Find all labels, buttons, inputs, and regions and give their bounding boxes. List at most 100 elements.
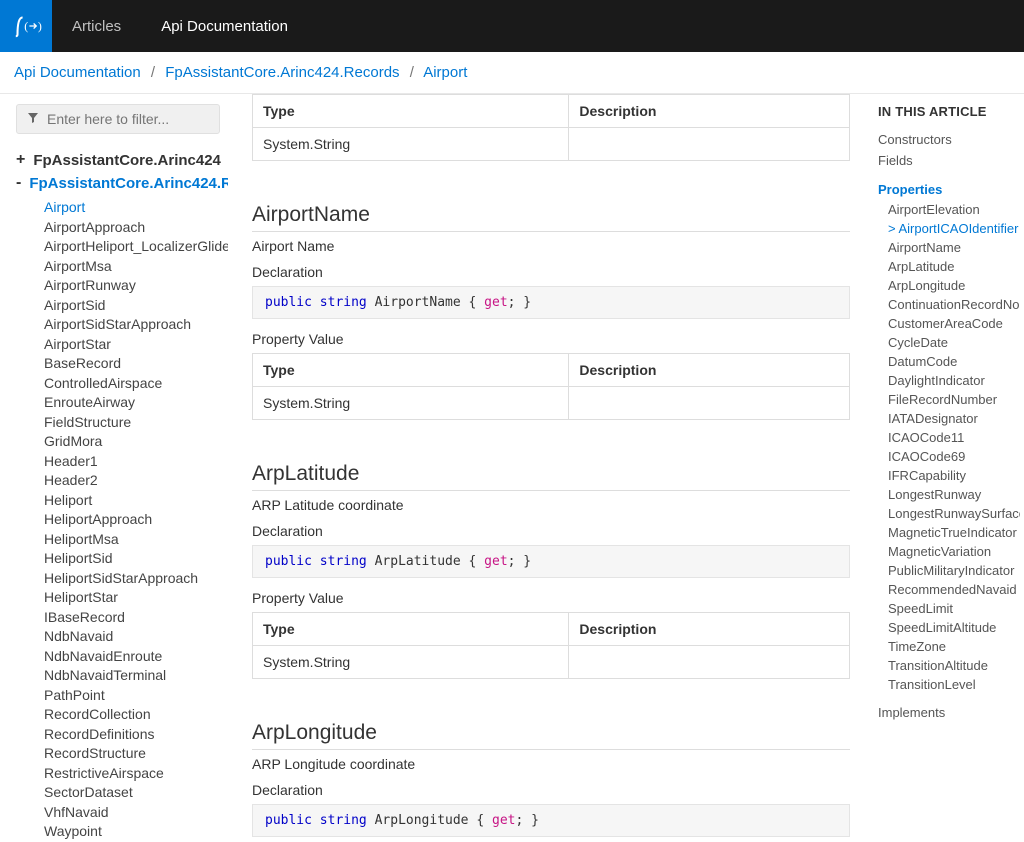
th-description: Description	[569, 95, 850, 128]
property-value-table: TypeDescriptionSystem.String	[252, 612, 850, 679]
td-type: System.String	[253, 646, 569, 679]
right-nav-item[interactable]: MagneticVariation	[878, 542, 1020, 561]
right-nav-item[interactable]: FileRecordNumber	[878, 390, 1020, 409]
right-nav-item[interactable]: ContinuationRecordNo	[878, 295, 1020, 314]
nav-api-documentation[interactable]: Api Documentation	[141, 0, 308, 52]
sidebar-item[interactable]: RecordDefinitions	[44, 725, 220, 745]
integral-plane-icon: ( )	[9, 9, 43, 43]
th-type: Type	[253, 354, 569, 387]
right-nav-item[interactable]: MagneticTrueIndicator	[878, 523, 1020, 542]
sidebar-item[interactable]: AirportSid	[44, 296, 220, 316]
sidebar-item[interactable]: HeliportSid	[44, 549, 220, 569]
sidebar-item[interactable]: SectorDataset	[44, 783, 220, 803]
right-nav: IN THIS ARTICLE Constructors Fields Prop…	[874, 94, 1024, 842]
namespace-row[interactable]: - FpAssistantCore.Arinc424.Records	[16, 175, 220, 192]
sidebar-item[interactable]: NdbNavaidEnroute	[44, 647, 220, 667]
breadcrumb-link-1[interactable]: Api Documentation	[14, 64, 141, 81]
sidebar-item[interactable]: RecordStructure	[44, 744, 220, 764]
sidebar-item[interactable]: Airport	[44, 198, 220, 218]
property-description: ARP Longitude coordinate	[252, 756, 850, 772]
sidebar-item[interactable]: BaseRecord	[44, 354, 220, 374]
sidebar-item[interactable]: NdbNavaid	[44, 627, 220, 647]
right-nav-item[interactable]: CycleDate	[878, 333, 1020, 352]
sidebar-item[interactable]: FieldStructure	[44, 413, 220, 433]
right-nav-item[interactable]: AirportName	[878, 238, 1020, 257]
right-nav-title: IN THIS ARTICLE	[878, 104, 1020, 119]
sidebar-item[interactable]: Heliport	[44, 491, 220, 511]
right-nav-item[interactable]: DaylightIndicator	[878, 371, 1020, 390]
sidebar-item[interactable]: AirportSidStarApproach	[44, 315, 220, 335]
breadcrumb-link-3[interactable]: Airport	[423, 64, 467, 81]
sidebar-item[interactable]: Header1	[44, 452, 220, 472]
th-description: Description	[569, 354, 850, 387]
sidebar-item[interactable]: Header2	[44, 471, 220, 491]
collapse-icon[interactable]: -	[16, 175, 21, 191]
right-nav-item[interactable]: SpeedLimit	[878, 599, 1020, 618]
right-nav-item[interactable]: ICAOCode69	[878, 447, 1020, 466]
right-nav-item[interactable]: PublicMilitaryIndicator	[878, 561, 1020, 580]
td-description	[569, 128, 850, 161]
breadcrumb-sep: /	[410, 64, 414, 81]
sidebar-item[interactable]: RestrictiveAirspace	[44, 764, 220, 784]
td-type: System.String	[253, 387, 569, 420]
right-nav-item[interactable]: IATADesignator	[878, 409, 1020, 428]
th-description: Description	[569, 613, 850, 646]
right-nav-item[interactable]: LongestRunway	[878, 485, 1020, 504]
right-nav-section[interactable]: Constructors	[878, 129, 1020, 150]
property-value-label: Property Value	[252, 331, 850, 347]
expand-icon[interactable]: +	[16, 152, 25, 168]
filter-input[interactable]	[47, 111, 228, 127]
sidebar-item[interactable]: HeliportApproach	[44, 510, 220, 530]
sidebar-item[interactable]: EnrouteAirway	[44, 393, 220, 413]
right-nav-item[interactable]: AirportICAOIdentifier	[878, 219, 1020, 238]
property-section: AirportNameAirport NameDeclarationpublic…	[252, 197, 850, 420]
sidebar-item[interactable]: VhfNavaid	[44, 803, 220, 823]
sidebar-item[interactable]: HeliportMsa	[44, 530, 220, 550]
sidebar-item[interactable]: AirportMsa	[44, 257, 220, 277]
right-nav-item[interactable]: ICAOCode11	[878, 428, 1020, 447]
right-nav-item[interactable]: SpeedLimitAltitude	[878, 618, 1020, 637]
sidebar-item[interactable]: NdbNavaidTerminal	[44, 666, 220, 686]
filter-box[interactable]	[16, 104, 220, 134]
declaration-label: Declaration	[252, 523, 850, 539]
breadcrumb-sep: /	[151, 64, 155, 81]
right-nav-item[interactable]: CustomerAreaCode	[878, 314, 1020, 333]
sidebar-item[interactable]: HeliportSidStarApproach	[44, 569, 220, 589]
declaration-label: Declaration	[252, 264, 850, 280]
property-title: ArpLatitude	[252, 456, 850, 491]
sidebar-item[interactable]: AirportStar	[44, 335, 220, 355]
right-nav-section[interactable]: Fields	[878, 150, 1020, 171]
property-description: ARP Latitude coordinate	[252, 497, 850, 513]
right-nav-section[interactable]: Implements	[878, 702, 1020, 723]
sidebar-item[interactable]: HeliportStar	[44, 588, 220, 608]
sidebar-item[interactable]: AirportRunway	[44, 276, 220, 296]
namespace-label[interactable]: FpAssistantCore.Arinc424	[33, 152, 221, 169]
sidebar-item[interactable]: RecordCollection	[44, 705, 220, 725]
sidebar-item[interactable]: ControlledAirspace	[44, 374, 220, 394]
right-nav-item[interactable]: IFRCapability	[878, 466, 1020, 485]
sidebar-item[interactable]: IBaseRecord	[44, 608, 220, 628]
right-nav-item[interactable]: LongestRunwaySurfaceCode	[878, 504, 1020, 523]
right-nav-item[interactable]: DatumCode	[878, 352, 1020, 371]
topbar: ( ) Articles Api Documentation	[0, 0, 1024, 52]
right-nav-item[interactable]: AirportElevation	[878, 200, 1020, 219]
right-nav-item[interactable]: ArpLongitude	[878, 276, 1020, 295]
sidebar-item[interactable]: GridMora	[44, 432, 220, 452]
right-nav-section[interactable]: Properties	[874, 179, 1020, 200]
right-nav-item[interactable]: ArpLatitude	[878, 257, 1020, 276]
breadcrumb-link-2[interactable]: FpAssistantCore.Arinc424.Records	[165, 64, 399, 81]
main-content: TypeDescriptionSystem.StringAirportNameA…	[228, 94, 874, 842]
namespace-label[interactable]: FpAssistantCore.Arinc424.Records	[29, 175, 228, 192]
right-nav-item[interactable]: TransitionAltitude	[878, 656, 1020, 675]
td-description	[569, 387, 850, 420]
right-nav-item[interactable]: RecommendedNavaid	[878, 580, 1020, 599]
property-value-table: TypeDescriptionSystem.String	[252, 94, 850, 161]
namespace-row[interactable]: + FpAssistantCore.Arinc424	[16, 152, 220, 169]
nav-articles[interactable]: Articles	[52, 0, 141, 52]
right-nav-item[interactable]: TransitionLevel	[878, 675, 1020, 694]
right-nav-item[interactable]: TimeZone	[878, 637, 1020, 656]
sidebar-item[interactable]: PathPoint	[44, 686, 220, 706]
sidebar-item[interactable]: AirportHeliport_LocalizerGlideSlope	[44, 237, 220, 257]
sidebar-item[interactable]: Waypoint	[44, 822, 220, 842]
sidebar-item[interactable]: AirportApproach	[44, 218, 220, 238]
